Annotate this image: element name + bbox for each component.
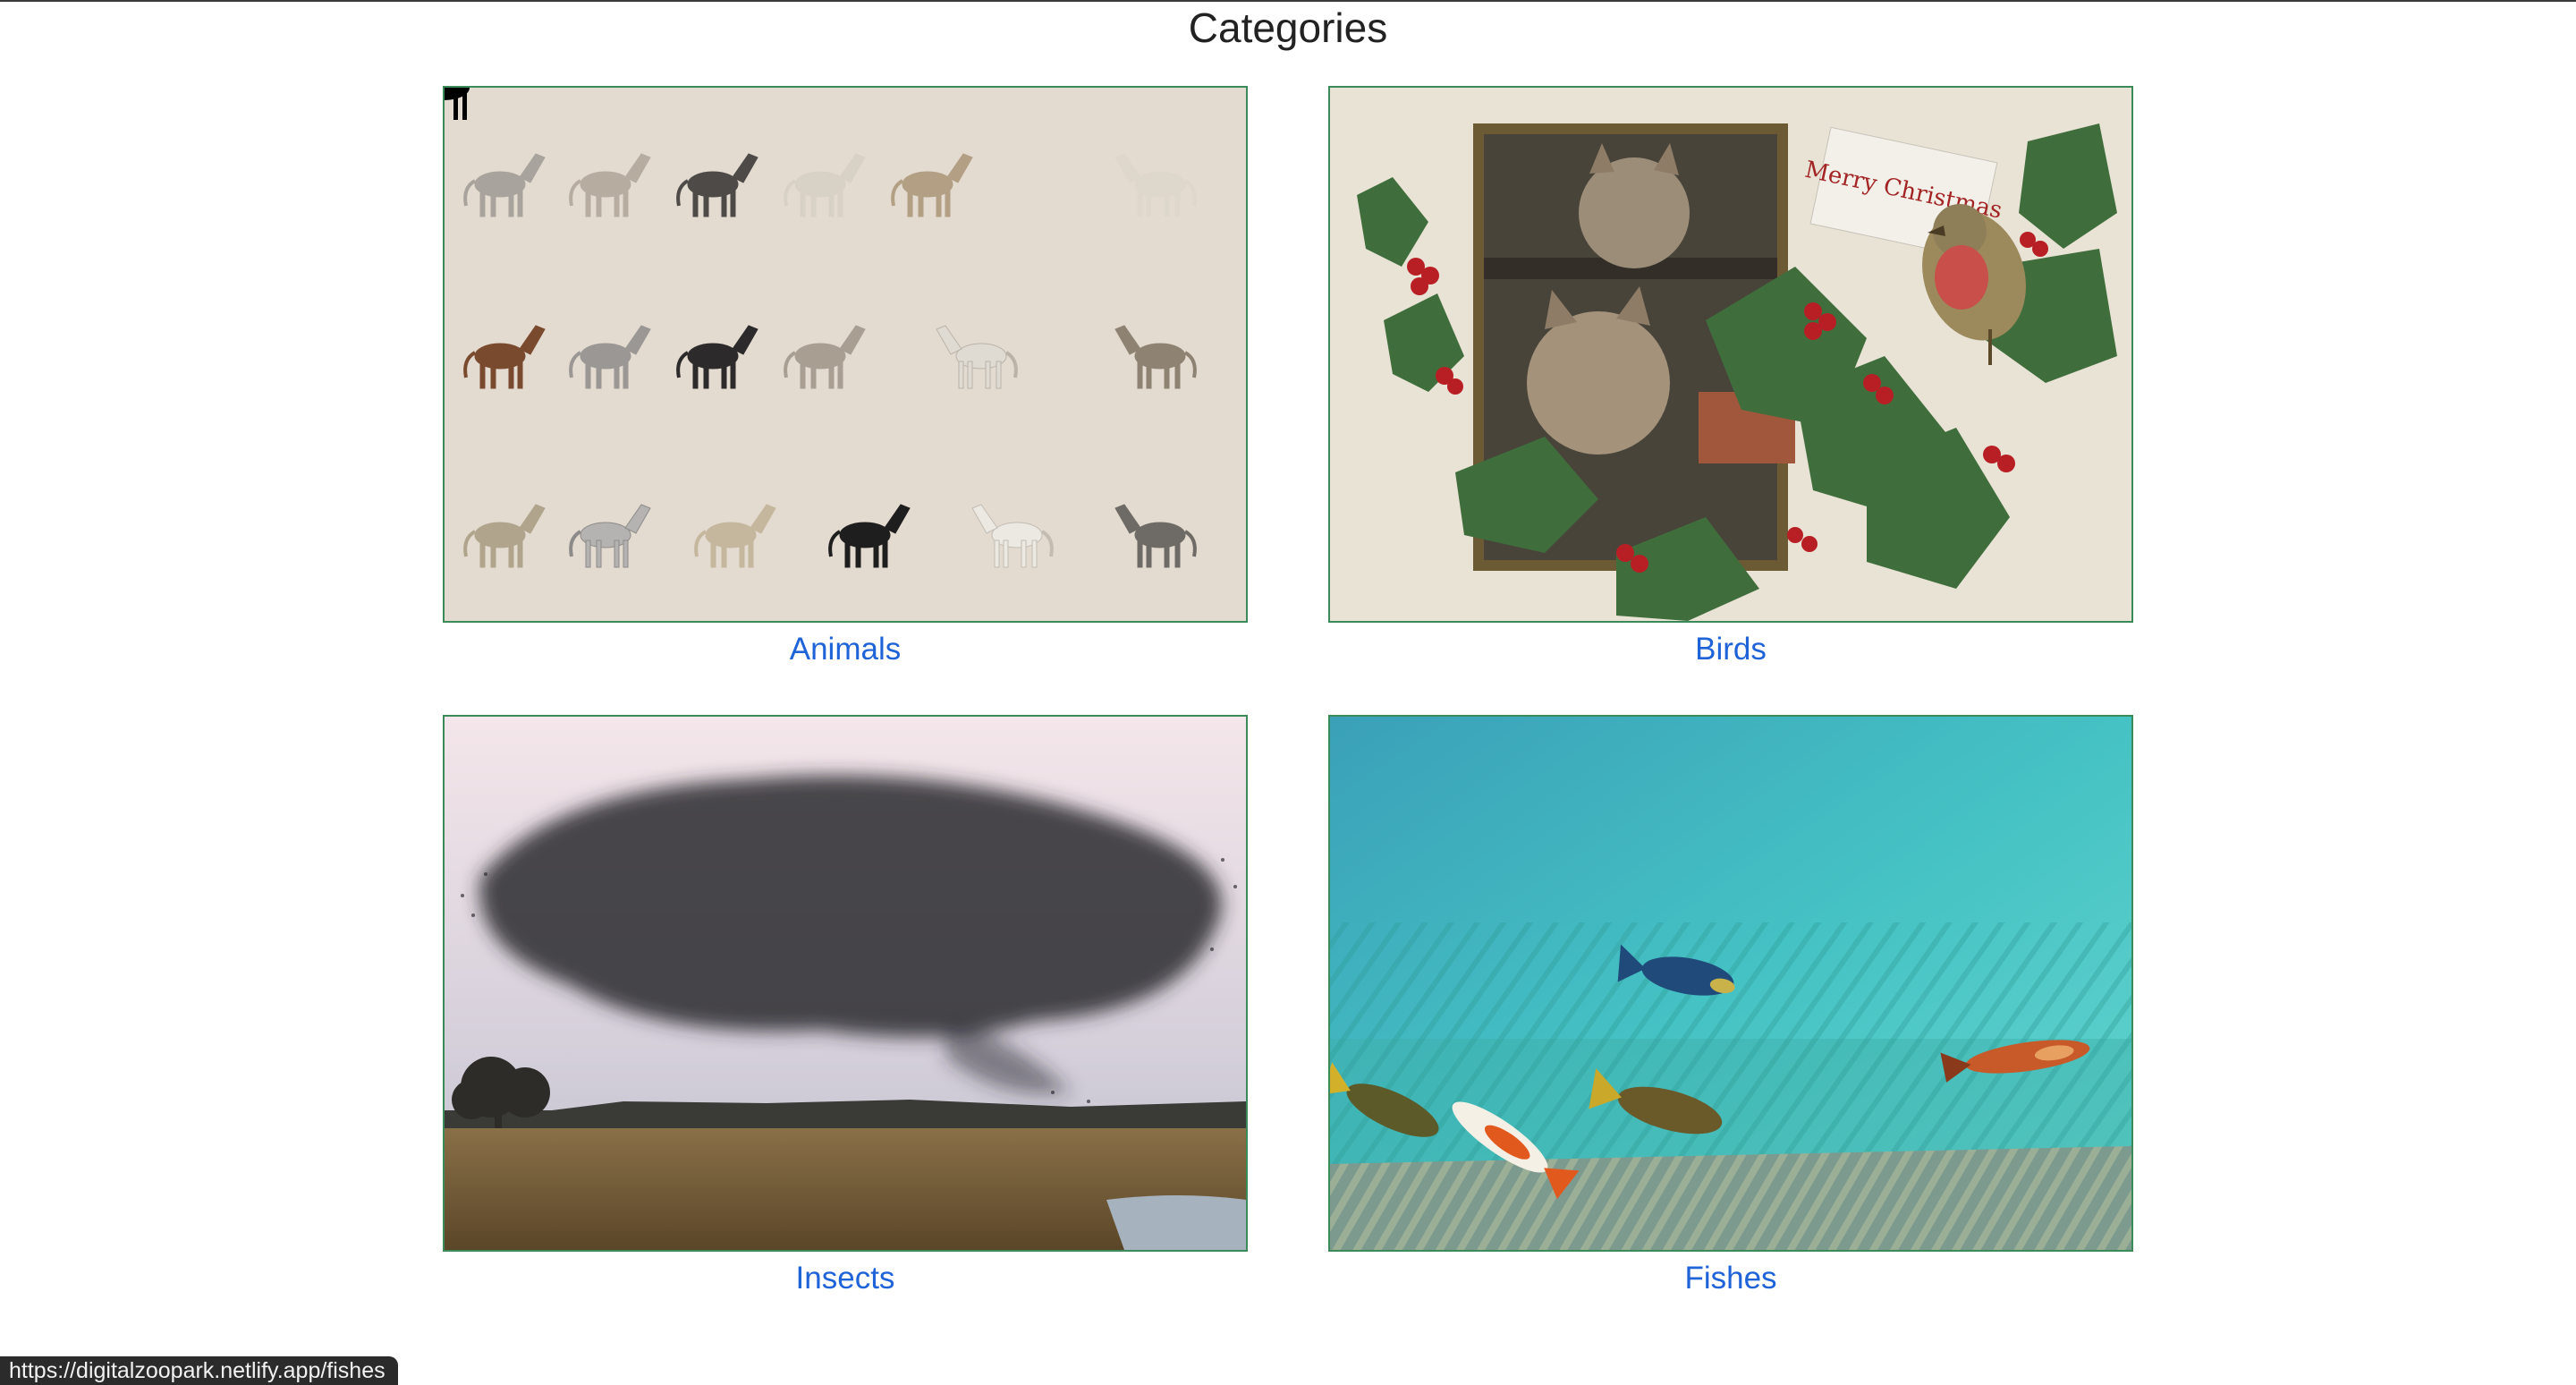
status-bar-url: https://digitalzoopark.netlify.app/fishe… (0, 1356, 398, 1385)
birds-image-link[interactable]: Merry Christmas (1328, 86, 2133, 623)
insects-image-link[interactable] (443, 715, 1248, 1252)
birds-link[interactable]: Birds (1328, 626, 2133, 673)
animals-link[interactable]: Animals (443, 626, 1248, 673)
horse-studies-image (445, 88, 1246, 621)
murmuration-image (445, 717, 1246, 1250)
categories-page: Categories Animals Merry Christmas Birds… (0, 0, 2576, 1385)
koi-pool-image (1330, 717, 2131, 1250)
insects-link[interactable]: Insects (443, 1255, 1248, 1302)
fishes-image-link[interactable] (1328, 715, 2133, 1252)
fishes-link[interactable]: Fishes (1328, 1255, 2133, 1302)
animals-image-link[interactable] (443, 86, 1248, 623)
christmas-card-image: Merry Christmas (1330, 88, 2131, 621)
page-title: Categories (1188, 4, 1388, 51)
